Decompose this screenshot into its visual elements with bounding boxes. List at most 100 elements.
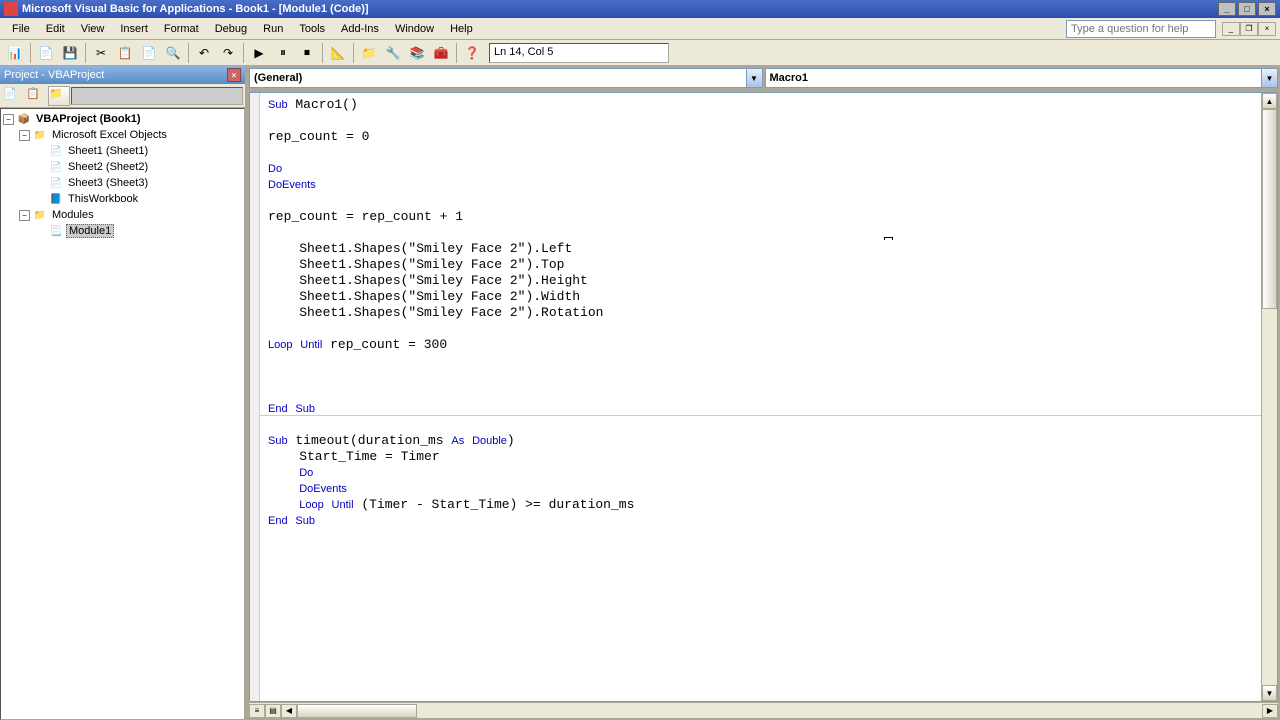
procedure-view-button[interactable]: ≡ (249, 704, 265, 718)
redo-button[interactable]: ↷ (217, 42, 239, 64)
object-browser-button[interactable]: 📚 (406, 42, 428, 64)
menu-help[interactable]: Help (442, 21, 481, 37)
view-code-button[interactable]: 📄 (2, 86, 24, 106)
run-button[interactable]: ▶ (248, 42, 270, 64)
full-module-view-button[interactable]: ▤ (265, 704, 281, 718)
find-button[interactable]: 🔍 (162, 42, 184, 64)
code-margin (250, 93, 260, 701)
project-panel-label: Project - VBAProject (4, 69, 104, 81)
menu-format[interactable]: Format (156, 21, 207, 37)
tree-modules[interactable]: − 📁 Modules (3, 207, 242, 223)
cursor-position: Ln 14, Col 5 (489, 43, 669, 63)
window-controls: _ □ × (1218, 2, 1276, 16)
tree-label: Sheet2 (Sheet2) (66, 161, 150, 173)
tree-label: Modules (50, 209, 96, 221)
horizontal-scrollbar[interactable]: ◀ ▶ (281, 704, 1278, 718)
project-explorer-button[interactable]: 📁 (358, 42, 380, 64)
vba-icon (4, 2, 18, 16)
sheet-icon: 📄 (48, 160, 64, 174)
menu-file[interactable]: File (4, 21, 38, 37)
menu-view[interactable]: View (73, 21, 113, 37)
maximize-button[interactable]: □ (1238, 2, 1256, 16)
scroll-up-button[interactable]: ▲ (1262, 93, 1277, 109)
tree-label: Microsoft Excel Objects (50, 129, 169, 141)
menu-insert[interactable]: Insert (112, 21, 156, 37)
toolbox-button[interactable]: 🧰 (430, 42, 452, 64)
tree-label: VBAProject (Book1) (34, 113, 143, 125)
sheet-icon: 📄 (48, 176, 64, 190)
view-excel-button[interactable]: 📊 (4, 42, 26, 64)
break-button[interactable]: ⏸ (272, 42, 294, 64)
tree-excel-objects[interactable]: − 📁 Microsoft Excel Objects (3, 127, 242, 143)
view-object-button[interactable]: 📋 (25, 86, 47, 106)
save-button[interactable]: 💾 (59, 42, 81, 64)
project-icon: 📦 (16, 112, 32, 126)
module-icon: 📃 (48, 224, 64, 238)
chevron-down-icon[interactable]: ▼ (746, 69, 762, 87)
menu-bar: File Edit View Insert Format Debug Run T… (0, 18, 1280, 40)
design-mode-button[interactable]: 📐 (327, 42, 349, 64)
folder-icon: 📁 (32, 128, 48, 142)
menu-window[interactable]: Window (387, 21, 442, 37)
menu-run[interactable]: Run (255, 21, 291, 37)
toggle-folders-button[interactable]: 📁 (48, 86, 70, 106)
collapse-icon[interactable]: − (19, 210, 30, 221)
menu-addins[interactable]: Add-Ins (333, 21, 387, 37)
project-panel-title: Project - VBAProject × (0, 66, 245, 84)
tree-sheet3[interactable]: 📄 Sheet3 (Sheet3) (3, 175, 242, 191)
project-tree[interactable]: − 📦 VBAProject (Book1) − 📁 Microsoft Exc… (0, 108, 245, 720)
help-button[interactable]: ❓ (461, 42, 483, 64)
tree-module1[interactable]: 📃 Module1 (3, 223, 242, 239)
procedure-dropdown[interactable]: Macro1 ▼ (765, 68, 1279, 88)
project-toolbar: 📄 📋 📁 (0, 84, 245, 108)
tree-label: ThisWorkbook (66, 193, 140, 205)
scroll-right-button[interactable]: ▶ (1262, 704, 1278, 718)
close-button[interactable]: × (1258, 2, 1276, 16)
copy-button[interactable]: 📋 (114, 42, 136, 64)
menu-tools[interactable]: Tools (291, 21, 333, 37)
tree-sheet2[interactable]: 📄 Sheet2 (Sheet2) (3, 159, 242, 175)
project-panel-close-button[interactable]: × (227, 68, 241, 82)
sheet-icon: 📄 (48, 144, 64, 158)
vertical-scrollbar[interactable]: ▲ ▼ (1261, 93, 1277, 701)
menu-debug[interactable]: Debug (207, 21, 255, 37)
folder-icon: 📁 (32, 208, 48, 222)
toolbar-grip (71, 87, 243, 105)
menu-edit[interactable]: Edit (38, 21, 73, 37)
title-bar: Microsoft Visual Basic for Applications … (0, 0, 1280, 18)
project-explorer: Project - VBAProject × 📄 📋 📁 − 📦 VBAProj… (0, 66, 247, 720)
code-window: (General) ▼ Macro1 ▼ Sub Macro1() rep_co… (247, 66, 1280, 720)
procedure-dropdown-value: Macro1 (770, 72, 809, 84)
tree-thisworkbook[interactable]: 📘 ThisWorkbook (3, 191, 242, 207)
reset-button[interactable]: ⏹ (296, 42, 318, 64)
object-dropdown[interactable]: (General) ▼ (249, 68, 763, 88)
collapse-icon[interactable]: − (19, 130, 30, 141)
tree-label: Sheet1 (Sheet1) (66, 145, 150, 157)
properties-button[interactable]: 🔧 (382, 42, 404, 64)
cut-button[interactable]: ✂ (90, 42, 112, 64)
scroll-left-button[interactable]: ◀ (281, 704, 297, 718)
chevron-down-icon[interactable]: ▼ (1261, 69, 1277, 87)
tree-label: Sheet3 (Sheet3) (66, 177, 150, 189)
scroll-thumb[interactable] (1262, 109, 1277, 309)
collapse-icon[interactable]: − (3, 114, 14, 125)
tree-label: Module1 (66, 224, 114, 238)
insert-button[interactable]: 📄 (35, 42, 57, 64)
tree-project-root[interactable]: − 📦 VBAProject (Book1) (3, 111, 242, 127)
mdi-minimize-button[interactable]: _ (1222, 22, 1240, 36)
standard-toolbar: 📊 📄 💾 ✂ 📋 📄 🔍 ↶ ↷ ▶ ⏸ ⏹ 📐 📁 🔧 📚 🧰 ❓ Ln 1… (0, 40, 1280, 66)
paste-button[interactable]: 📄 (138, 42, 160, 64)
scroll-down-button[interactable]: ▼ (1262, 685, 1277, 701)
undo-button[interactable]: ↶ (193, 42, 215, 64)
object-dropdown-value: (General) (254, 72, 302, 84)
minimize-button[interactable]: _ (1218, 2, 1236, 16)
workbook-icon: 📘 (48, 192, 64, 206)
help-search-input[interactable] (1066, 20, 1216, 38)
code-bottom-bar: ≡ ▤ ◀ ▶ (249, 702, 1278, 718)
scroll-thumb[interactable] (297, 704, 417, 718)
mdi-restore-button[interactable]: ❐ (1240, 22, 1258, 36)
window-title: Microsoft Visual Basic for Applications … (22, 3, 369, 15)
code-editor[interactable]: Sub Macro1() rep_count = 0 Do DoEvents r… (260, 93, 1261, 701)
mdi-close-button[interactable]: × (1258, 22, 1276, 36)
tree-sheet1[interactable]: 📄 Sheet1 (Sheet1) (3, 143, 242, 159)
